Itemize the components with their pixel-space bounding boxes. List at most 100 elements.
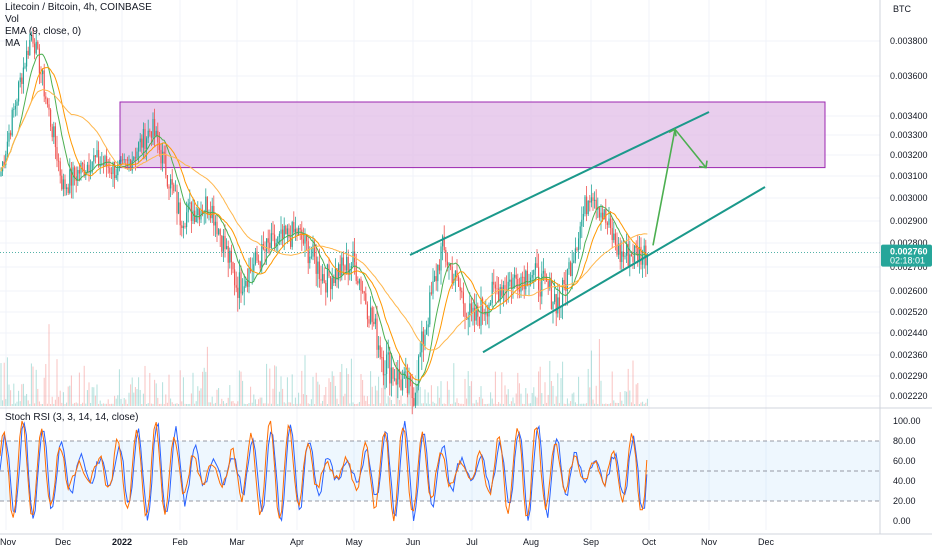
volume-indicator-label[interactable]: Vol bbox=[5, 14, 152, 26]
volume-bar bbox=[75, 402, 77, 406]
candle-body bbox=[531, 275, 533, 278]
volume-bar bbox=[573, 392, 575, 406]
volume-bar bbox=[502, 403, 504, 406]
ema-indicator-label[interactable]: EMA (9, close, 0) bbox=[5, 26, 152, 38]
candle-body bbox=[592, 197, 594, 201]
candle-body bbox=[571, 263, 573, 276]
volume-bar bbox=[266, 363, 268, 406]
volume-bar bbox=[467, 371, 469, 406]
volume-bar bbox=[347, 374, 349, 406]
candle-body bbox=[168, 186, 170, 189]
candle-body bbox=[365, 293, 367, 305]
volume-bar bbox=[34, 403, 36, 406]
candle-body bbox=[483, 313, 485, 315]
volume-bar bbox=[344, 393, 346, 406]
volume-bar bbox=[485, 403, 487, 406]
price-tick-label: 0.002360 bbox=[890, 350, 928, 360]
volume-bar bbox=[430, 385, 432, 406]
candle-body bbox=[522, 276, 524, 278]
volume-bar bbox=[438, 397, 440, 406]
volume-bar bbox=[30, 363, 32, 406]
volume-bar bbox=[235, 403, 237, 406]
symbol-title[interactable]: Litecoin / Bitcoin, 4h, COINBASE bbox=[5, 2, 152, 14]
stoch-rsi-legend[interactable]: Stoch RSI (3, 3, 14, 14, close) bbox=[5, 412, 138, 423]
chart-stage[interactable]: BTC 0.003800 0.003600 0.003400 0.003300 0.003… bbox=[0, 0, 932, 550]
volume-bar bbox=[630, 402, 632, 406]
volume-bar bbox=[136, 389, 138, 406]
volume-bar bbox=[421, 403, 423, 406]
volume-bar bbox=[552, 385, 554, 406]
volume-bar bbox=[419, 386, 421, 406]
candle-body bbox=[283, 225, 285, 239]
candle-body bbox=[510, 279, 512, 290]
volume-bar bbox=[472, 403, 474, 406]
candle-body bbox=[582, 213, 584, 220]
volume-bar bbox=[512, 397, 514, 406]
volume-bar bbox=[62, 392, 64, 406]
candle-body bbox=[77, 169, 79, 181]
ma-indicator-label[interactable]: MA bbox=[5, 38, 152, 50]
volume-bar bbox=[115, 398, 117, 406]
candle-body bbox=[222, 235, 224, 252]
price-tick-label: 0.003600 bbox=[890, 71, 928, 81]
candle-body bbox=[150, 131, 152, 138]
candle-body bbox=[171, 179, 173, 185]
price-tick-label: 0.002600 bbox=[890, 286, 928, 296]
price-tick-label: 0.002290 bbox=[890, 371, 928, 381]
volume-bar bbox=[442, 403, 444, 406]
candle-body bbox=[189, 202, 191, 204]
volume-bar bbox=[322, 400, 324, 406]
volume-bar bbox=[37, 388, 39, 406]
volume-bar bbox=[621, 400, 623, 406]
volume-bar bbox=[381, 387, 383, 406]
volume-bar bbox=[483, 403, 485, 406]
volume-bar bbox=[112, 403, 114, 406]
candle-body bbox=[590, 197, 592, 203]
volume-bar bbox=[272, 388, 274, 406]
volume-bar bbox=[58, 396, 60, 406]
volume-bar bbox=[589, 387, 591, 406]
volume-bar bbox=[432, 401, 434, 406]
volume-bar bbox=[469, 385, 471, 406]
volume-bar bbox=[117, 395, 119, 406]
price-tick-label: 0.003100 bbox=[890, 171, 928, 181]
candle-body bbox=[493, 281, 495, 285]
candle-body bbox=[437, 264, 439, 282]
candle-body bbox=[240, 272, 242, 294]
volume-bar bbox=[613, 400, 615, 406]
chart-canvas[interactable]: BTC 0.003800 0.003600 0.003400 0.003300 0.003… bbox=[0, 0, 932, 550]
candle-body bbox=[544, 270, 546, 277]
volume-bar bbox=[514, 403, 516, 406]
volume-bar bbox=[54, 399, 56, 406]
volume-bar bbox=[349, 403, 351, 406]
volume-bar bbox=[488, 403, 490, 406]
volume-bar bbox=[211, 396, 213, 406]
volume-bar bbox=[506, 394, 508, 406]
volume-bar bbox=[258, 399, 260, 406]
candle-body bbox=[554, 294, 556, 302]
volume-bar bbox=[637, 383, 639, 406]
volume-bar bbox=[310, 399, 312, 406]
candle-body bbox=[595, 199, 597, 210]
candle-body bbox=[325, 282, 327, 293]
volume-bar bbox=[26, 393, 28, 406]
candle-body bbox=[339, 264, 341, 276]
volume-bar bbox=[504, 385, 506, 406]
volume-bar bbox=[50, 403, 52, 406]
volume-bar bbox=[18, 390, 20, 406]
volume-bar bbox=[547, 394, 549, 406]
volume-bar bbox=[251, 402, 253, 406]
candle-body bbox=[539, 289, 541, 297]
candle-body bbox=[86, 164, 88, 172]
volume-bar bbox=[202, 371, 204, 406]
volume-bar bbox=[280, 376, 282, 406]
candle-body bbox=[149, 130, 151, 132]
volume-bar bbox=[434, 403, 436, 406]
volume-bar bbox=[146, 403, 148, 406]
volume-bar bbox=[141, 404, 143, 406]
candle-body bbox=[162, 151, 164, 164]
volume-bar bbox=[339, 372, 341, 406]
volume-bar bbox=[437, 386, 439, 406]
candle-body bbox=[46, 99, 48, 105]
volume-bar bbox=[74, 402, 76, 406]
